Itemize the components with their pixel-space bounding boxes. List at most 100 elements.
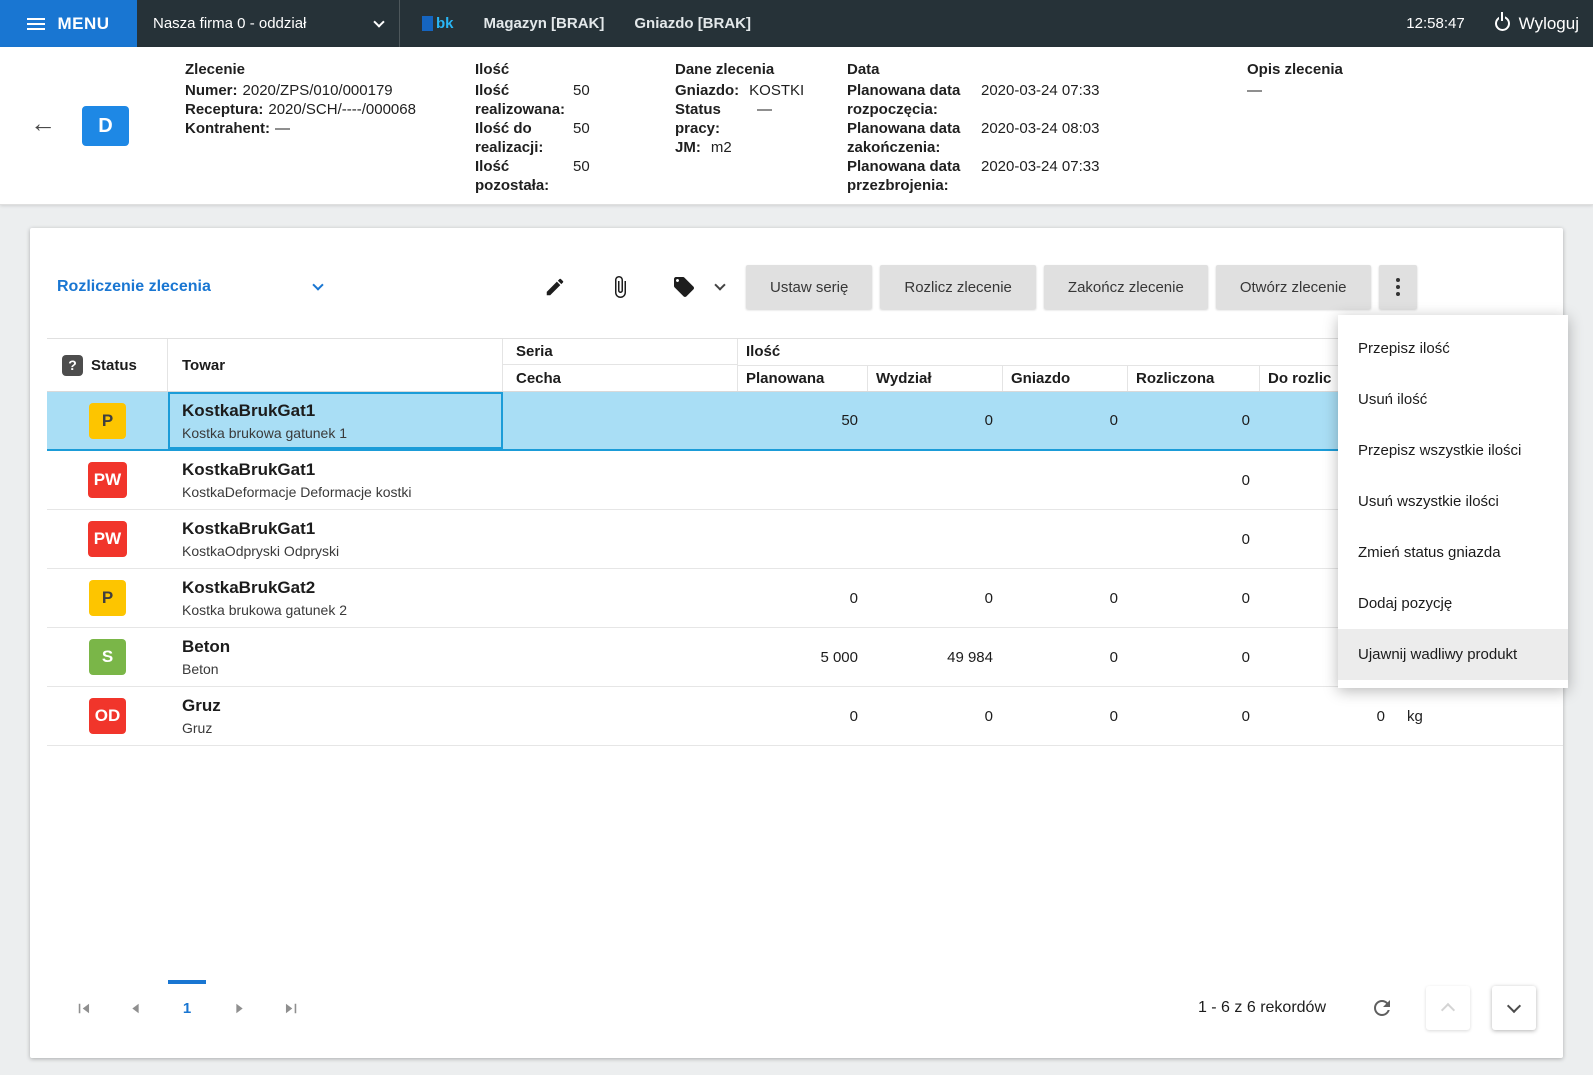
status-badge: S <box>89 639 126 675</box>
menu-item[interactable]: Zmień status gniazda <box>1338 527 1568 578</box>
planowana-value: 50 <box>841 412 858 429</box>
table-row[interactable]: PW KostkaBrukGat1 KostkaDeformacje Defor… <box>47 451 1563 510</box>
refresh-icon <box>1374 1000 1390 1016</box>
last-page-button[interactable] <box>265 980 317 1036</box>
rozliczona-value: 0 <box>1241 412 1250 429</box>
section-title: Dane zlecenia <box>675 61 775 78</box>
view-select-value: Rozliczenie zlecenia <box>57 278 211 295</box>
field-value: 2020/SCH/----/000068 <box>268 101 416 118</box>
rozlicz-zlecenie-button[interactable]: Rozlicz zlecenie <box>880 265 1036 309</box>
field-label: Numer: <box>185 82 238 99</box>
field-value: — <box>757 101 772 118</box>
menu-item[interactable]: Przepisz wszystkie ilości <box>1338 425 1568 476</box>
towar-cell: KostkaBrukGat1 KostkaDeformacje Deformac… <box>168 451 503 509</box>
column-header-towar[interactable]: Towar <box>168 339 503 391</box>
logo-mark-icon <box>422 16 433 31</box>
column-header-gniazdo[interactable]: Gniazdo <box>1003 365 1128 391</box>
field-value: KOSTKI <box>749 82 805 99</box>
jm-value: kg <box>1407 707 1423 725</box>
status-cell: P <box>47 402 168 439</box>
topbar: MENU Nasza firma 0 - oddział bk Magazyn … <box>0 0 1593 47</box>
column-header-cecha[interactable]: Cecha <box>503 365 737 391</box>
magazyn-selector[interactable]: Magazyn [BRAK] <box>484 15 605 32</box>
edit-icon[interactable] <box>544 276 566 298</box>
column-label: Towar <box>182 356 226 374</box>
field-value: 2020-03-24 07:33 <box>981 82 1100 99</box>
zakoncz-zlecenie-button[interactable]: Zakończ zlecenie <box>1043 265 1208 309</box>
field-label: Kontrahent: <box>185 120 270 137</box>
status-cell: OD <box>47 698 168 734</box>
ilosc-column: Ilość Ilość realizowana: 50 Ilość do real… <box>475 60 675 204</box>
company-selector[interactable]: Nasza firma 0 - oddział <box>137 0 400 47</box>
main-menu-button[interactable]: MENU <box>0 0 137 47</box>
column-header-status[interactable]: ? Status <box>47 339 168 391</box>
menu-item[interactable]: Ujawnij wadliwy produkt <box>1338 629 1568 680</box>
context-menu: Przepisz ilość Usuń ilość Przepisz wszystk… <box>1338 315 1568 688</box>
product-subtitle: Kostka brukowa gatunek 2 <box>182 602 347 618</box>
gniazdo-value: 0 <box>1109 648 1118 666</box>
column-header-rozliczona[interactable]: Rozliczona <box>1128 365 1260 391</box>
wydzial-value: 0 <box>984 589 993 607</box>
status-cell: P <box>47 580 168 616</box>
otworz-zlecenie-button[interactable]: Otwórz zlecenie <box>1215 265 1371 309</box>
scroll-down-button[interactable] <box>1492 986 1536 1030</box>
menu-item[interactable]: Usuń ilość <box>1338 374 1568 425</box>
field-label: Ilość pozostała: <box>475 158 550 194</box>
column-header-wydzial[interactable]: Wydział <box>868 365 1003 391</box>
column-header-seria[interactable]: Seria <box>503 339 737 366</box>
field-label: Status pracy: <box>675 101 721 137</box>
clock: 12:58:47 <box>1406 15 1465 32</box>
table-row[interactable]: OD Gruz Gruz 0 0 0 0 0 kg <box>47 687 1563 746</box>
app-logo: bk <box>422 15 454 32</box>
tag-menu[interactable] <box>672 275 726 299</box>
field-value: 50 <box>573 120 590 137</box>
field-label: Gniazdo: <box>675 82 740 99</box>
table-row[interactable]: S Beton Beton 5 000 49 984 0 0 <box>47 628 1563 687</box>
gniazdo-value: 0 <box>1109 412 1118 429</box>
positions-table: ? Status Towar Seria Cecha Ilość Planowa… <box>47 338 1563 746</box>
field-value: — <box>275 120 290 137</box>
chevron-down-icon <box>373 15 385 28</box>
menu-item[interactable]: Dodaj pozycję <box>1338 578 1568 629</box>
menu-item[interactable]: Usuń wszystkie ilości <box>1338 476 1568 527</box>
logout-label: Wyloguj <box>1518 13 1579 33</box>
field-label: Planowana data przezbrojenia: <box>847 158 961 194</box>
data-column: Data Planowana data rozpoczęcia: 2020-03-… <box>847 60 1247 204</box>
next-page-icon <box>235 1003 243 1013</box>
back-button[interactable]: ← <box>30 110 56 204</box>
refresh-button[interactable] <box>1370 996 1394 1020</box>
records-count: 1 - 6 z 6 rekordów <box>1197 999 1326 1016</box>
current-page-button[interactable]: 1 <box>161 980 213 1036</box>
company-name: Nasza firma 0 - oddział <box>153 15 307 32</box>
scroll-up-button[interactable] <box>1426 986 1470 1030</box>
tag-icon <box>674 277 694 297</box>
status-badge: PW <box>87 521 128 557</box>
field-label: Planowana data zakończenia: <box>847 120 961 156</box>
menu-item[interactable]: Przepisz ilość <box>1338 323 1568 374</box>
table-row[interactable]: PW KostkaBrukGat1 KostkaOdpryski Odprysk… <box>47 510 1563 569</box>
wydzial-value: 0 <box>984 412 993 429</box>
table-row[interactable]: P KostkaBrukGat2 Kostka brukowa gatunek … <box>47 569 1563 628</box>
power-icon <box>1494 16 1510 31</box>
zlecenie-column: Zlecenie Numer: 2020/ZPS/010/000179 Recep… <box>185 60 475 204</box>
opis-column: Opis zlecenia — <box>1247 60 1563 204</box>
next-page-button[interactable] <box>213 980 265 1036</box>
view-select[interactable]: Rozliczenie zlecenia <box>57 278 324 296</box>
product-name: Gruz <box>182 696 221 715</box>
action-buttons: Ustaw serię Rozlicz zlecenie Zakończ zle… <box>746 265 1417 309</box>
first-page-button[interactable] <box>57 980 109 1036</box>
hamburger-icon <box>27 22 46 25</box>
previous-page-button[interactable] <box>109 980 161 1036</box>
logout-button[interactable]: Wyloguj <box>1494 13 1579 34</box>
ustaw-serie-button[interactable]: Ustaw serię <box>746 265 873 309</box>
more-actions-button[interactable] <box>1378 265 1417 309</box>
status-cell: S <box>47 639 168 675</box>
column-header-planowana[interactable]: Planowana <box>738 365 868 391</box>
towar-cell: Beton Beton <box>168 628 503 686</box>
field-value: 2020/ZPS/010/000179 <box>242 82 393 99</box>
gniazdo-selector[interactable]: Gniazdo [BRAK] <box>634 15 751 32</box>
attachment-icon[interactable] <box>608 275 632 299</box>
first-page-icon <box>78 1003 89 1013</box>
menu-label: MENU <box>57 13 110 33</box>
table-row[interactable]: P KostkaBrukGat1 Kostka brukowa gatunek … <box>47 392 1563 451</box>
